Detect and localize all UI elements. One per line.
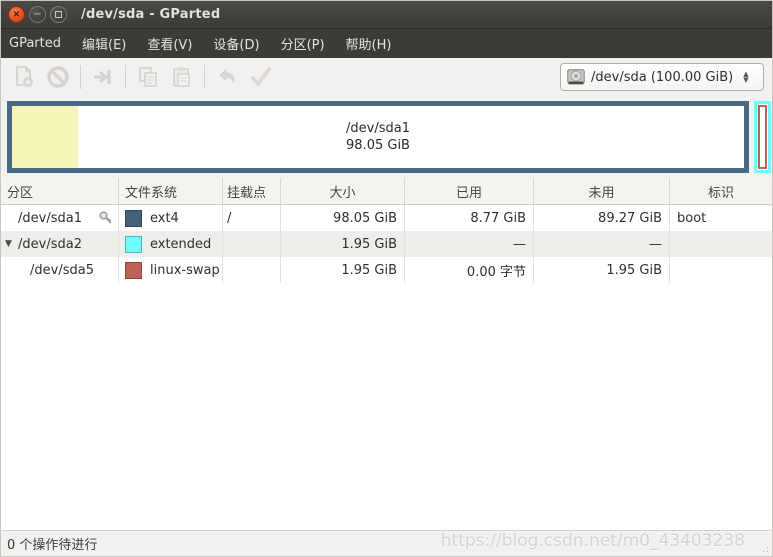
size-cell: 1.95 GiB xyxy=(281,257,405,283)
flags-cell xyxy=(670,231,772,257)
header-flags[interactable]: 标识 xyxy=(670,178,772,204)
table-empty-area xyxy=(1,283,772,530)
window-title: /dev/sda - GParted xyxy=(81,7,220,22)
header-used[interactable]: 已用 xyxy=(405,178,534,204)
filesystem-cell: extended xyxy=(119,231,223,257)
unused-cell: — xyxy=(534,231,670,257)
partition-cell: ▼ /dev/sda2 xyxy=(1,231,119,257)
partition-visual-sda2-extended[interactable] xyxy=(754,101,771,173)
status-bar: 0 个操作待进行 .: xyxy=(1,530,772,556)
partition-visual-size: 98.05 GiB xyxy=(346,137,410,154)
table-row-sda5[interactable]: /dev/sda5 linux-swap 1.95 GiB 0.00 字节 1.… xyxy=(1,257,772,283)
partition-name: /dev/sda1 xyxy=(18,211,82,226)
gparted-window: × − /dev/sda - GParted GParted 编辑(E) 查看(… xyxy=(0,0,773,557)
menu-gparted[interactable]: GParted xyxy=(2,31,75,57)
header-unused[interactable]: 未用 xyxy=(534,178,670,204)
used-cell: 8.77 GiB xyxy=(405,205,534,231)
partition-table: 分区 文件系统 挂载点 大小 已用 未用 标识 /dev/sda1 xyxy=(1,178,772,530)
size-cell: 98.05 GiB xyxy=(281,205,405,231)
table-header-row: 分区 文件系统 挂载点 大小 已用 未用 标识 xyxy=(1,178,772,205)
header-size[interactable]: 大小 xyxy=(281,178,405,204)
flags-cell xyxy=(670,257,772,283)
copy-button[interactable] xyxy=(131,62,165,92)
table-row-sda2[interactable]: ▼ /dev/sda2 extended 1.95 GiB — — xyxy=(1,231,772,257)
paste-icon xyxy=(170,65,194,89)
filesystem-cell: ext4 xyxy=(119,205,223,231)
apply-button[interactable] xyxy=(244,62,278,92)
undo-icon xyxy=(215,65,239,89)
flags-cell: boot xyxy=(670,205,772,231)
partition-cell: /dev/sda1 xyxy=(1,205,119,231)
close-button[interactable]: × xyxy=(8,6,25,23)
fs-label: extended xyxy=(150,237,211,252)
copy-icon xyxy=(136,65,160,89)
fs-label: linux-swap xyxy=(150,263,220,278)
fs-color-swatch xyxy=(125,262,142,279)
unused-cell: 89.27 GiB xyxy=(534,205,670,231)
title-bar: × − /dev/sda - GParted xyxy=(1,1,772,29)
expander-triangle-icon[interactable]: ▼ xyxy=(5,239,18,249)
partition-visual-name: /dev/sda1 xyxy=(346,120,410,137)
fs-color-swatch xyxy=(125,210,142,227)
toolbar: /dev/sda (100.00 GiB) ▲▼ xyxy=(1,58,772,96)
partition-visual-sda1[interactable]: /dev/sda1 98.05 GiB xyxy=(7,101,749,173)
delete-partition-icon xyxy=(46,65,70,89)
fs-color-swatch xyxy=(125,236,142,253)
partition-visual-sda5-swap[interactable] xyxy=(758,105,767,169)
menu-partition[interactable]: 分区(P) xyxy=(274,29,339,59)
table-row-sda1[interactable]: /dev/sda1 ext4 / 98.05 GiB 8.77 GiB 89.2… xyxy=(1,205,772,231)
partition-visual-label: /dev/sda1 98.05 GiB xyxy=(12,106,744,168)
toolbar-separator xyxy=(204,65,205,89)
partition-name: /dev/sda2 xyxy=(18,237,82,252)
mountpoint-cell xyxy=(223,257,281,283)
delete-partition-button[interactable] xyxy=(41,62,75,92)
resize-grip[interactable]: .: xyxy=(762,545,770,555)
maximize-button[interactable] xyxy=(50,6,67,23)
apply-icon xyxy=(249,65,273,89)
unused-cell: 1.95 GiB xyxy=(534,257,670,283)
new-partition-icon xyxy=(12,65,36,89)
resize-move-button[interactable] xyxy=(86,62,120,92)
fs-label: ext4 xyxy=(150,211,179,226)
partition-name: /dev/sda5 xyxy=(30,263,94,278)
toolbar-separator xyxy=(125,65,126,89)
mountpoint-cell xyxy=(223,231,281,257)
menu-help[interactable]: 帮助(H) xyxy=(339,29,406,59)
pending-operations-text: 0 个操作待进行 xyxy=(7,534,97,553)
disk-visual-panel: /dev/sda1 98.05 GiB xyxy=(1,96,772,178)
toolbar-separator xyxy=(80,65,81,89)
minimize-button[interactable]: − xyxy=(29,6,46,23)
menu-view[interactable]: 查看(V) xyxy=(140,29,206,59)
used-cell: — xyxy=(405,231,534,257)
paste-button[interactable] xyxy=(165,62,199,92)
used-cell: 0.00 字节 xyxy=(405,257,534,283)
menu-bar: GParted 编辑(E) 查看(V) 设备(D) 分区(P) 帮助(H) xyxy=(1,29,772,58)
hard-disk-icon xyxy=(565,66,587,88)
spinner-arrows-icon[interactable]: ▲▼ xyxy=(743,71,748,83)
new-partition-button[interactable] xyxy=(7,62,41,92)
menu-device[interactable]: 设备(D) xyxy=(206,29,273,59)
device-selector[interactable]: /dev/sda (100.00 GiB) ▲▼ xyxy=(560,63,764,91)
mountpoint-cell: / xyxy=(223,205,281,231)
partition-cell: /dev/sda5 xyxy=(1,257,119,283)
resize-move-icon xyxy=(91,65,115,89)
undo-button[interactable] xyxy=(210,62,244,92)
filesystem-cell: linux-swap xyxy=(119,257,223,283)
mounted-key-icon xyxy=(98,210,114,226)
device-selector-value: /dev/sda (100.00 GiB) xyxy=(591,70,733,85)
header-mountpoint[interactable]: 挂载点 xyxy=(223,178,281,204)
window-buttons: × − xyxy=(8,6,67,23)
header-partition[interactable]: 分区 xyxy=(1,178,119,204)
maximize-icon xyxy=(55,11,62,18)
size-cell: 1.95 GiB xyxy=(281,231,405,257)
menu-edit[interactable]: 编辑(E) xyxy=(75,29,140,59)
header-filesystem[interactable]: 文件系统 xyxy=(119,178,223,204)
